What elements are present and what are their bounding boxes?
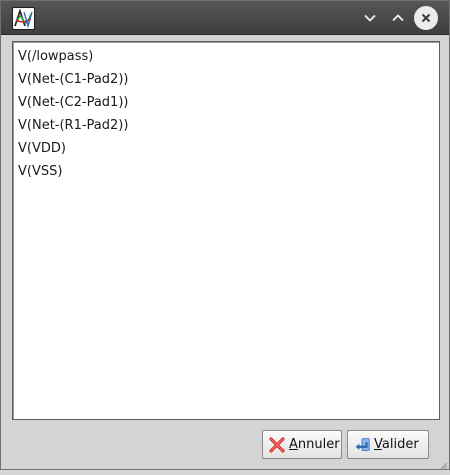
list-item[interactable]: V(Net-(C2-Pad1)) bbox=[13, 91, 439, 114]
title-bar[interactable] bbox=[1, 1, 449, 35]
cancel-button-label: Annuler bbox=[289, 437, 340, 452]
cancel-x-icon bbox=[268, 436, 286, 454]
cancel-mnemonic: A bbox=[289, 437, 298, 452]
ok-label-rest: alider bbox=[381, 437, 419, 452]
app-icon bbox=[12, 7, 35, 30]
maximize-icon[interactable] bbox=[386, 6, 410, 30]
list-item[interactable]: V(VDD) bbox=[13, 137, 439, 160]
list-item[interactable]: V(/lowpass) bbox=[13, 45, 439, 68]
ok-mnemonic: V bbox=[374, 437, 382, 452]
close-icon[interactable] bbox=[414, 6, 438, 30]
list-item[interactable]: V(VSS) bbox=[13, 160, 439, 183]
enter-arrow-icon bbox=[353, 436, 371, 454]
signal-list[interactable]: V(/lowpass) V(Net-(C1-Pad2)) V(Net-(C2-P… bbox=[12, 41, 440, 420]
resize-grip-icon[interactable] bbox=[439, 460, 448, 471]
ok-button[interactable]: Valider bbox=[347, 430, 429, 459]
cancel-button[interactable]: Annuler bbox=[262, 430, 342, 459]
ok-button-label: Valider bbox=[374, 437, 419, 452]
signal-selection-dialog: V(/lowpass) V(Net-(C1-Pad2)) V(Net-(C2-P… bbox=[0, 0, 450, 471]
list-item[interactable]: V(Net-(C1-Pad2)) bbox=[13, 68, 439, 91]
cancel-label-rest: nnuler bbox=[297, 437, 340, 452]
minimize-icon[interactable] bbox=[358, 6, 382, 30]
list-item[interactable]: V(Net-(R1-Pad2)) bbox=[13, 114, 439, 137]
